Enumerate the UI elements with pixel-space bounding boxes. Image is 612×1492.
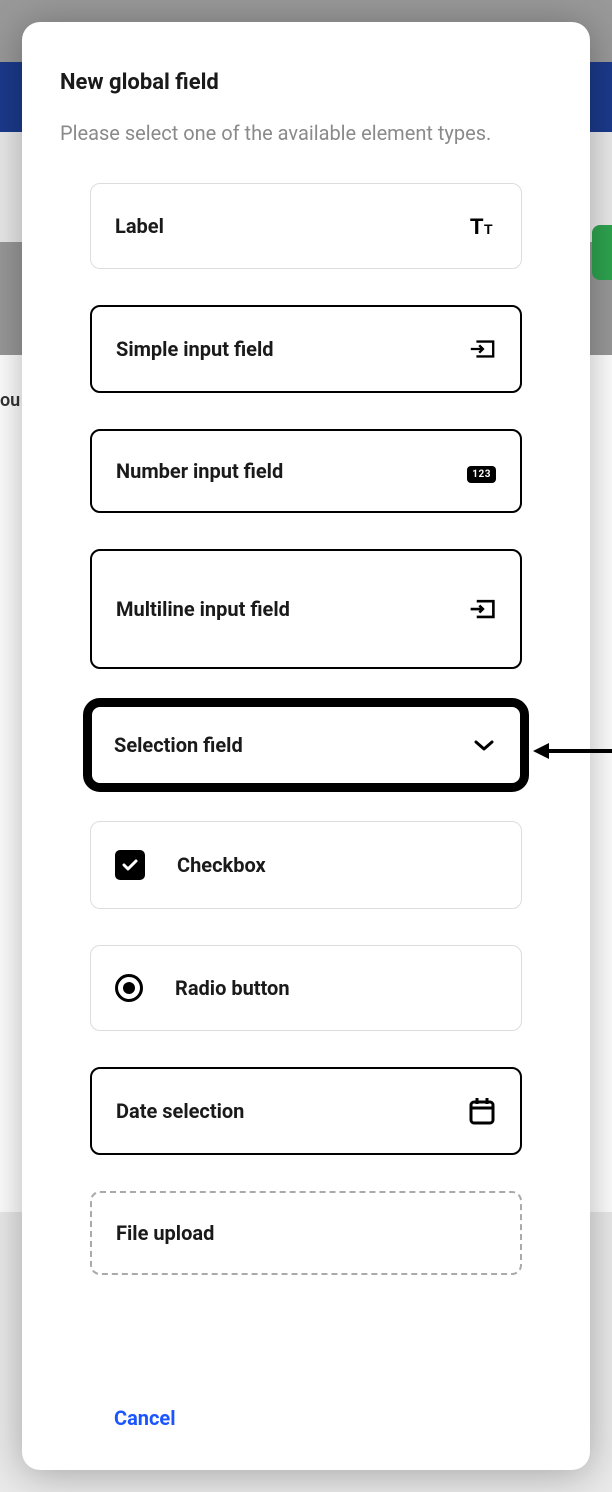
option-text: Label	[115, 214, 469, 238]
modal-title: New global field	[60, 70, 552, 95]
option-simple-input[interactable]: Simple input field	[90, 305, 522, 393]
option-text: Simple input field	[116, 337, 468, 361]
input-icon	[468, 595, 496, 623]
chevron-down-icon	[470, 731, 498, 759]
option-text: Multiline input field	[116, 597, 468, 621]
option-file-upload[interactable]: File upload	[90, 1191, 522, 1275]
option-text: Date selection	[116, 1099, 468, 1123]
option-text: Selection field	[114, 733, 470, 757]
calendar-icon	[468, 1097, 496, 1125]
annotation-arrow	[533, 736, 612, 766]
background-text: ou	[0, 390, 20, 411]
option-radio-button[interactable]: Radio button	[90, 945, 522, 1031]
option-selection-field[interactable]: Selection field	[90, 705, 522, 785]
option-text: File upload	[116, 1221, 496, 1245]
number-icon: 123	[467, 462, 496, 481]
text-format-icon: T T	[469, 212, 497, 240]
option-checkbox[interactable]: Checkbox	[90, 821, 522, 909]
modal-footer: Cancel	[60, 1376, 552, 1440]
new-field-modal: New global field Please select one of th…	[22, 22, 590, 1470]
option-date-selection[interactable]: Date selection	[90, 1067, 522, 1155]
field-type-options: Label T T Simple input field Number inpu…	[60, 183, 552, 1376]
option-label[interactable]: Label T T	[90, 183, 522, 269]
radio-icon	[115, 974, 143, 1002]
svg-text:T: T	[470, 216, 484, 236]
option-text: Checkbox	[177, 853, 497, 877]
checkbox-icon	[115, 850, 145, 880]
option-text: Number input field	[116, 459, 467, 483]
input-icon	[468, 335, 496, 363]
cancel-button[interactable]: Cancel	[114, 1406, 176, 1430]
modal-subtitle: Please select one of the available eleme…	[60, 119, 552, 147]
option-number-input[interactable]: Number input field 123	[90, 429, 522, 513]
option-multiline-input[interactable]: Multiline input field	[90, 549, 522, 669]
option-text: Radio button	[175, 976, 497, 1000]
svg-text:T: T	[484, 221, 493, 236]
